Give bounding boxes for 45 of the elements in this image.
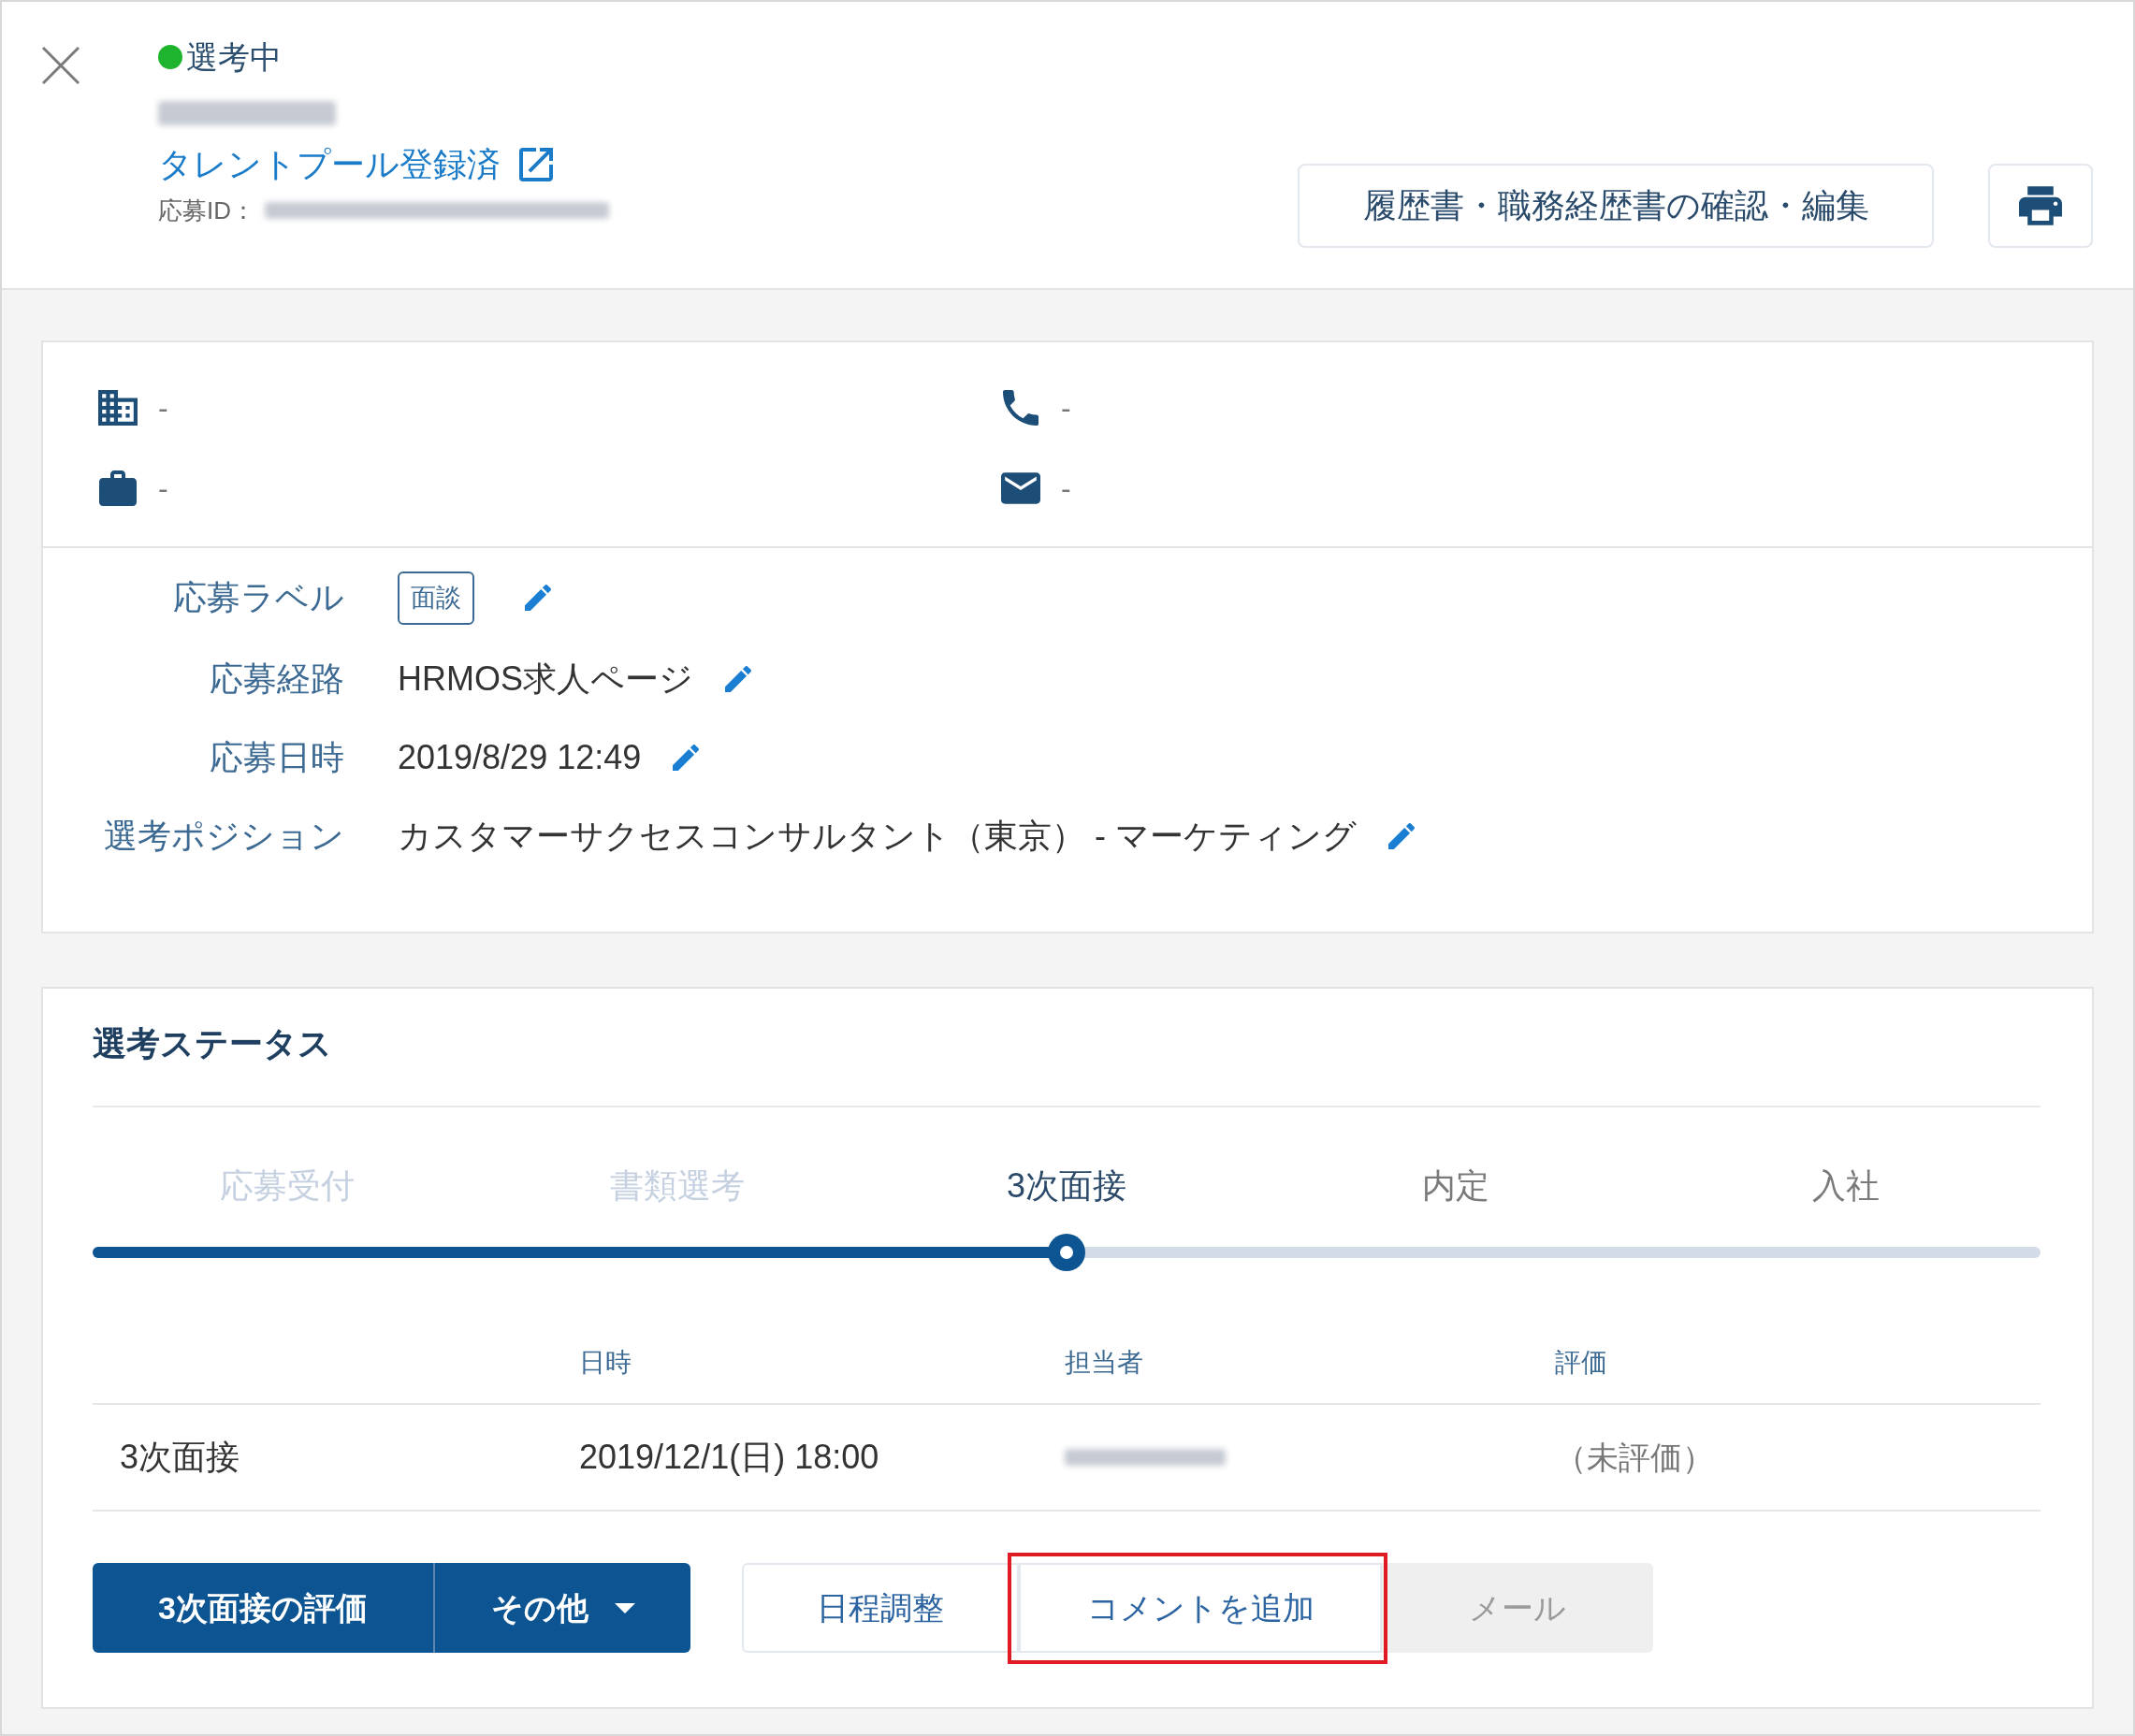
contact-value: - [1061, 470, 1071, 507]
edit-icon[interactable] [525, 585, 551, 611]
label-tag: 面談 [398, 571, 474, 625]
field-label: 応募日時 [210, 737, 344, 778]
more-dropdown-button[interactable]: その他 [433, 1563, 690, 1653]
caret-down-icon [614, 1602, 635, 1613]
contact-value: - [158, 470, 168, 507]
evaluate-button[interactable]: 3次面接の評価 [93, 1563, 433, 1653]
briefcase-icon [98, 470, 138, 506]
action-button[interactable]: 日程調整 [742, 1563, 1019, 1653]
step-label: 入社 [1811, 1165, 1880, 1207]
mail-icon [1001, 470, 1040, 506]
edit-icon[interactable] [725, 666, 751, 692]
edit-icon[interactable] [1388, 823, 1415, 849]
field-label: 応募ラベル [173, 577, 344, 618]
print-icon [2019, 186, 2062, 225]
step-label: 応募受付 [220, 1165, 356, 1207]
phone-icon [1001, 390, 1040, 426]
column-header: 評価 [1555, 1347, 1607, 1379]
step-label: 3次面接 [1006, 1165, 1126, 1207]
section-title: 選考ステータス [93, 1023, 332, 1064]
external-link-icon[interactable] [519, 148, 553, 181]
column-header: 担当者 [1065, 1347, 1143, 1379]
building-icon [98, 390, 138, 426]
print-button[interactable] [1988, 164, 2093, 248]
close-icon[interactable] [42, 47, 80, 84]
status-label: 選考中 [186, 38, 282, 77]
field-label: 選考ポジション [104, 816, 344, 857]
edit-icon[interactable] [673, 745, 700, 771]
application-id-label: 応募ID： [158, 195, 255, 226]
step-label: 書類選考 [609, 1165, 745, 1207]
contact-value: - [1061, 390, 1071, 427]
column-header: 日時 [579, 1347, 632, 1379]
action-button[interactable]: コメントを追加 [1019, 1563, 1382, 1653]
talent-pool-link[interactable]: タレントプール登録済 [158, 144, 501, 185]
field-label: 応募経路 [210, 658, 344, 700]
table-cell-text: （未評価） [1555, 1438, 1714, 1477]
table-cell-text: 2019/12/1(日) 18:00 [579, 1437, 879, 1478]
contact-value: - [158, 390, 168, 427]
field-value: カスタマーサクセスコンサルタント（東京） - マーケティング [398, 816, 1357, 857]
field-value: 2019/8/29 12:49 [398, 737, 642, 778]
resume-edit-button[interactable]: 履歴書・職務経歴書の確認・編集 [1298, 164, 1934, 248]
field-value: HRMOS求人ページ [398, 658, 693, 700]
step-label: 内定 [1422, 1165, 1490, 1207]
table-cell-text: 3次面接 [120, 1437, 240, 1478]
